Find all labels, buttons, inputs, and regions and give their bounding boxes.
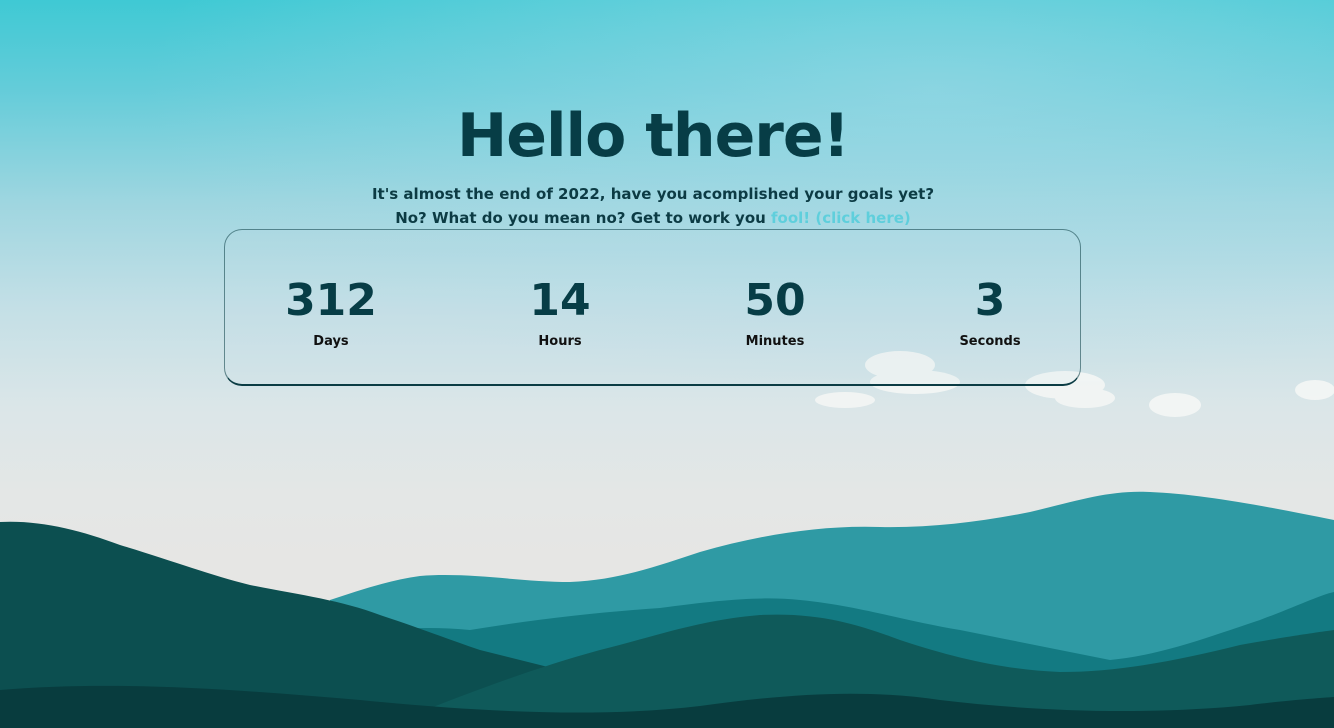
hours-label: Hours [538, 334, 582, 349]
countdown-seconds: 3 Seconds [900, 270, 1080, 352]
seconds-value: 3 [974, 275, 1006, 326]
days-label: Days [313, 334, 349, 349]
page-title: Hello there! [457, 101, 850, 171]
countdown-hours: 14 Hours [470, 270, 650, 352]
seconds-label: Seconds [959, 334, 1021, 349]
countdown-days: 312 Days [241, 270, 421, 352]
countdown-minutes: 50 Minutes [685, 270, 865, 352]
hours-value: 14 [529, 275, 591, 326]
days-value: 312 [285, 275, 377, 326]
minutes-value: 50 [744, 275, 806, 326]
countdown-card: 312 Days 14 Hours 50 Minutes 3 Seconds [224, 229, 1081, 386]
subtitle-line-2: No? What do you mean no? Get to work you… [0, 207, 1306, 229]
subtitle-line-2-text: No? What do you mean no? Get to work you [395, 209, 772, 227]
minutes-label: Minutes [745, 334, 805, 349]
subtitle-line-1: It's almost the end of 2022, have you ac… [371, 185, 935, 203]
click-here-link[interactable]: fool! (click here) [771, 209, 911, 227]
